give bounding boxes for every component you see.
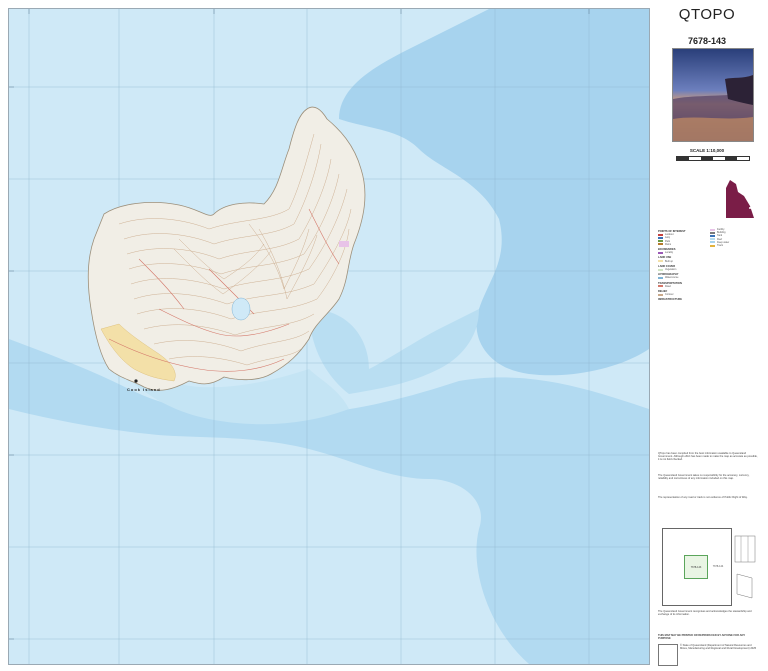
legend-heading-infrastructure: INFRASTRUCTURE	[658, 298, 682, 302]
scale-label: SCALE 1:10,000	[689, 148, 725, 153]
fold-diagram	[734, 535, 756, 599]
queensland-locator-map	[726, 180, 754, 218]
map-info-panel: QTOPO 7678-143 SCALE 1:10,000 POINTS OF …	[654, 0, 768, 671]
sheet-index-adjacent: 7678-144	[712, 564, 724, 568]
inland-lake	[231, 297, 251, 321]
facility-area	[339, 241, 349, 247]
jetty-marker	[134, 379, 138, 383]
legend-column-right: Facility Building Tank Reef Deep water T…	[710, 228, 760, 247]
island-label: Cook Island	[127, 387, 161, 392]
map-frame[interactable]: Cook Island	[8, 8, 650, 665]
topographic-map[interactable]	[9, 9, 649, 664]
reproduction-notice: THIS MAP MAY BE PRINTED OR REPRODUCED BY…	[658, 634, 745, 641]
cover-photo	[672, 48, 754, 142]
legend-column-left: POINTS OF INTEREST Lookout Jetty Park Ru…	[658, 228, 706, 302]
sheet-index: 7678-143 7678-144	[662, 528, 732, 606]
scale-bar	[676, 156, 750, 161]
map-number: 7678-143	[687, 36, 727, 46]
panel-title: QTOPO	[678, 6, 736, 23]
qld-crest-icon	[658, 644, 678, 666]
disclaimer-1: QTopo has been compiled from the best in…	[658, 452, 758, 462]
disclaimer-3: The representation of any road or track …	[658, 496, 748, 499]
disclaimer-4: The Queensland Government recognises and…	[658, 610, 752, 617]
sheet-index-current: 7678-143	[684, 555, 708, 579]
copyright-text: © State of Queensland (Department of Nat…	[680, 644, 757, 651]
disclaimer-2: The Queensland Government takes no respo…	[658, 474, 750, 481]
